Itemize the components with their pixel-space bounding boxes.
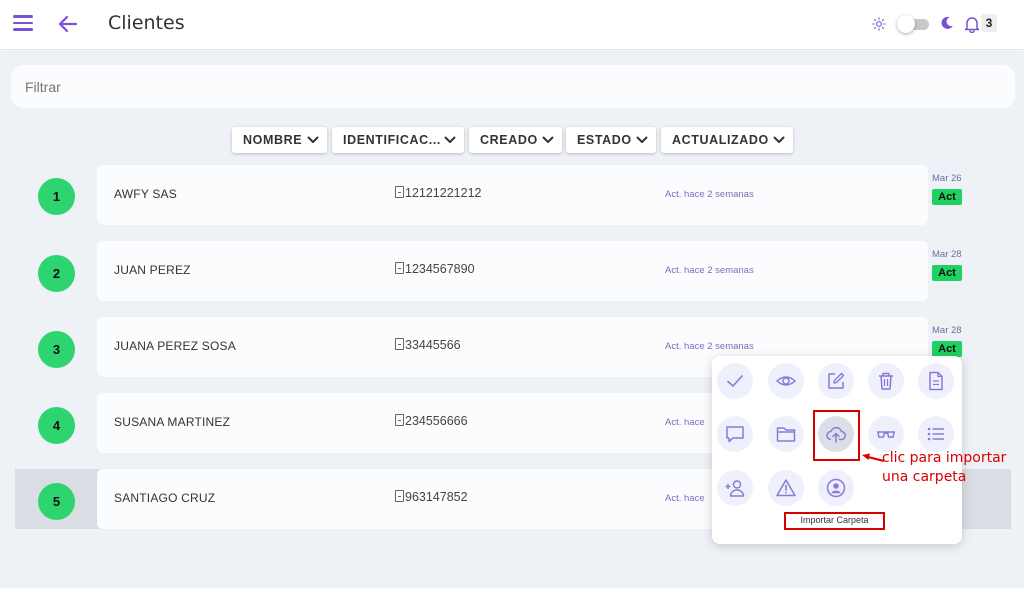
status-badge: Act — [932, 189, 962, 205]
check-icon — [727, 375, 743, 387]
phone-icon — [395, 186, 404, 198]
chevron-down-icon — [773, 136, 785, 143]
phone-icon — [395, 338, 404, 350]
trash-icon — [879, 372, 893, 390]
row-updated: Act. hace 2 semanas — [665, 265, 754, 276]
warning-button[interactable] — [768, 470, 804, 506]
moon-icon — [941, 16, 953, 29]
list-icon — [927, 427, 944, 441]
edit-button[interactable] — [818, 363, 854, 399]
row-identification: 33445566 — [395, 338, 461, 352]
add-user-icon — [725, 480, 745, 497]
comment-button[interactable] — [717, 416, 753, 452]
row-client-name: AWFY SAS — [114, 187, 177, 201]
row-identification: 12121221212 — [395, 186, 481, 200]
back-arrow-icon[interactable] — [56, 12, 80, 36]
page-title: Clientes — [108, 12, 185, 34]
row-updated: Act. hace — [665, 493, 705, 504]
row-card[interactable]: JUAN PEREZ 1234567890 Act. hace 2 semana… — [97, 241, 928, 301]
approve-button[interactable] — [717, 363, 753, 399]
chevron-down-icon — [542, 136, 554, 143]
sort-identificacion-button[interactable]: IDENTIFICAC... — [332, 127, 464, 153]
row-id-value: 1234567890 — [405, 262, 475, 276]
row-date: Mar 26 — [932, 173, 962, 184]
table-row: 1 AWFY SAS 12121221212 Act. hace 2 seman… — [0, 165, 1024, 225]
sort-estado-button[interactable]: ESTADO — [566, 127, 656, 153]
row-updated: Act. hace 2 semanas — [665, 189, 754, 200]
folder-icon — [776, 427, 796, 442]
row-client-name: JUANA PEREZ SOSA — [114, 339, 236, 353]
warning-icon — [776, 479, 796, 497]
chevron-down-icon — [444, 136, 456, 143]
sort-nombre-label: NOMBRE — [243, 133, 303, 147]
bell-icon[interactable] — [963, 15, 981, 33]
user-circle-icon — [826, 478, 846, 498]
phone-icon — [395, 262, 404, 274]
review-button[interactable] — [868, 416, 904, 452]
row-updated: Act. hace — [665, 417, 705, 428]
annotation-text: clic para importar una carpeta — [882, 449, 1012, 487]
row-updated: Act. hace 2 semanas — [665, 341, 754, 352]
row-id-value: 234556666 — [405, 414, 468, 428]
phone-icon — [395, 490, 404, 502]
status-badge: Act — [932, 341, 962, 357]
row-date: Mar 28 — [932, 325, 962, 336]
sort-creado-label: CREADO — [480, 133, 538, 147]
chevron-down-icon — [636, 136, 648, 143]
annotation-line-2: una carpeta — [882, 469, 967, 485]
filter-input[interactable] — [11, 65, 1015, 108]
highlight-box — [813, 410, 860, 461]
menu-icon[interactable] — [13, 15, 33, 33]
list-button[interactable] — [918, 416, 954, 452]
theme-toggle[interactable] — [897, 15, 931, 33]
sort-actualizado-label: ACTUALIZADO — [672, 133, 769, 147]
row-date: Mar 28 — [932, 249, 962, 260]
app-header: Clientes 3 — [0, 0, 1024, 50]
folder-button[interactable] — [768, 416, 804, 452]
sort-estado-label: ESTADO — [577, 133, 632, 147]
row-card[interactable]: AWFY SAS 12121221212 Act. hace 2 semanas — [97, 165, 928, 225]
edit-icon — [828, 372, 845, 389]
row-identification: 1234567890 — [395, 262, 475, 276]
document-icon — [929, 371, 943, 391]
sort-nombre-button[interactable]: NOMBRE — [232, 127, 327, 153]
glasses-icon — [877, 431, 895, 438]
notification-count: 3 — [981, 14, 997, 32]
sort-creado-button[interactable]: CREADO — [469, 127, 562, 153]
row-id-value: 12121221212 — [405, 186, 482, 200]
annotation-line-1: clic para importar — [882, 450, 1007, 466]
eye-icon — [775, 376, 797, 386]
row-number-badge: 3 — [38, 331, 75, 368]
row-identification: 234556666 — [395, 414, 468, 428]
row-id-value: 963147852 — [405, 490, 468, 504]
phone-icon — [395, 414, 404, 426]
row-identification: 963147852 — [395, 490, 468, 504]
view-button[interactable] — [768, 363, 804, 399]
tooltip: Importar Carpeta — [784, 512, 885, 530]
row-id-value: 33445566 — [405, 338, 461, 352]
sun-icon — [872, 17, 886, 31]
comment-icon — [726, 426, 744, 443]
delete-button[interactable] — [868, 363, 904, 399]
row-number-badge: 1 — [38, 178, 75, 215]
add-user-button[interactable] — [717, 470, 753, 506]
table-row: 2 JUAN PEREZ 1234567890 Act. hace 2 sema… — [0, 241, 1024, 301]
document-button[interactable] — [918, 363, 954, 399]
status-badge: Act — [932, 265, 962, 281]
sort-identificacion-label: IDENTIFICAC... — [343, 133, 441, 147]
row-number-badge: 5 — [38, 483, 75, 520]
chevron-down-icon — [307, 136, 319, 143]
bottom-strip — [0, 588, 1024, 596]
sort-actualizado-button[interactable]: ACTUALIZADO — [661, 127, 793, 153]
row-client-name: JUAN PEREZ — [114, 263, 191, 277]
row-client-name: SUSANA MARTINEZ — [114, 415, 231, 429]
row-number-badge: 4 — [38, 407, 75, 444]
user-profile-button[interactable] — [818, 470, 854, 506]
row-client-name: SANTIAGO CRUZ — [114, 491, 216, 505]
row-number-badge: 2 — [38, 255, 75, 292]
